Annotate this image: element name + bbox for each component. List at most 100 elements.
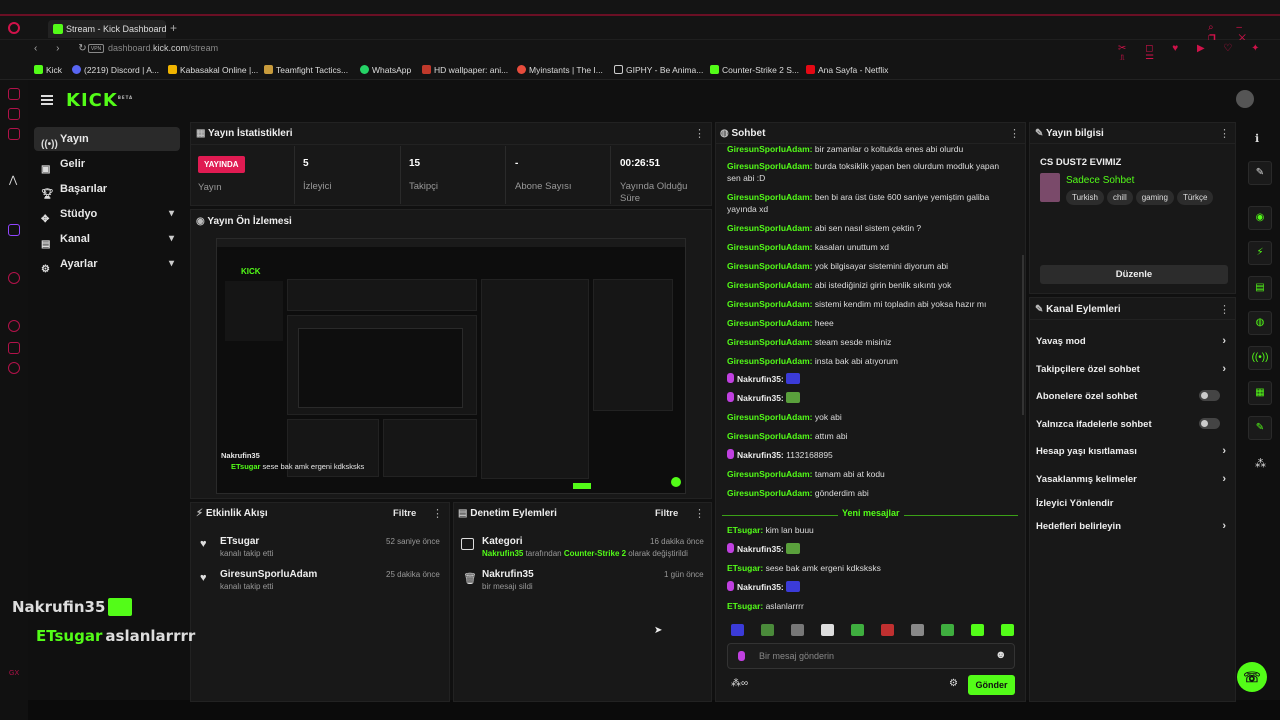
bookmark-item[interactable]: Teamfight Tactics...	[264, 65, 348, 75]
sidebar-item-basarilar[interactable]: 🏆︎ Başarılar	[34, 177, 180, 201]
menu-icon[interactable]	[41, 95, 53, 105]
sidebar-item-studyo[interactable]: ✥ Stüdyo ▾	[34, 202, 180, 226]
chat-username[interactable]: GiresunSporluAdam:	[727, 280, 815, 290]
channel-action-item[interactable]: Yalnızca ifadelerle sohbet	[1036, 418, 1230, 430]
stream-preview-video[interactable]: KICK Nakrufin35 ETsugar sese bak amk erge…	[216, 238, 686, 494]
nav-buttons[interactable]: ‹ › ↻	[34, 43, 95, 54]
chat-username[interactable]: GiresunSporluAdam:	[727, 431, 815, 441]
tag[interactable]: chill	[1106, 190, 1133, 205]
tag[interactable]: Türkçe	[1176, 190, 1214, 205]
emote-button[interactable]	[761, 624, 774, 636]
chat-input[interactable]: Bir mesaj gönderin ☻	[727, 643, 1015, 669]
emote-button[interactable]	[731, 624, 744, 636]
tag[interactable]: gaming	[1135, 190, 1174, 205]
new-tab-button[interactable]: +	[170, 21, 177, 35]
moderation-menu-button[interactable]: ⋮	[694, 507, 705, 520]
avatar[interactable]	[1236, 90, 1254, 108]
bookmark-item[interactable]: Myinstants | The I...	[517, 65, 603, 75]
browser-tab-active[interactable]: Stream - Kick Dashboard	[48, 20, 166, 38]
emote-button[interactable]	[791, 624, 804, 636]
rail-wrench-icon[interactable]: ✎	[1248, 416, 1272, 440]
chat-username[interactable]: ETsugar:	[727, 563, 766, 573]
rail-preview-icon[interactable]: ◉	[1248, 206, 1272, 230]
tag[interactable]: Turkish	[1066, 190, 1104, 205]
bookmark-item[interactable]: Kabasakal Online |...	[168, 65, 258, 75]
chat-username[interactable]: ETsugar:	[727, 601, 766, 611]
chat-username[interactable]: Nakrufin35:	[737, 450, 786, 460]
sidebar-item-ayarlar[interactable]: ⚙ Ayarlar ▾	[34, 252, 180, 276]
chat-username[interactable]: Nakrufin35:	[737, 374, 786, 384]
chat-username[interactable]: GiresunSporluAdam:	[727, 469, 815, 479]
channel-action-item[interactable]: Yavaş mod ›	[1036, 335, 1230, 347]
chat-menu-button[interactable]: ⋮	[1009, 127, 1020, 140]
kick-logo[interactable]: KICKBETA	[66, 90, 133, 111]
chat-username[interactable]: GiresunSporluAdam:	[727, 261, 815, 271]
chat-scrollbar[interactable]	[1022, 255, 1024, 415]
sidebar-item-kanal[interactable]: ▤ Kanal ▾	[34, 227, 180, 251]
sidebar-messenger-icon[interactable]	[8, 108, 20, 120]
channel-action-item[interactable]: Yasaklanmış kelimeler ›	[1036, 473, 1230, 485]
emote-button[interactable]	[971, 624, 984, 636]
sidebar-twitch-icon[interactable]	[8, 224, 20, 236]
bookmark-item[interactable]: Kick	[34, 65, 62, 75]
stats-menu-button[interactable]: ⋮	[694, 127, 705, 140]
chat-username[interactable]: GiresunSporluAdam:	[727, 488, 815, 498]
sidebar-instagram-icon[interactable]	[8, 128, 20, 140]
sidebar-kick-icon[interactable]: ⋀	[9, 175, 17, 186]
rail-broadcast-icon[interactable]: ((•))	[1248, 346, 1272, 370]
sidebar-extensions-icon[interactable]	[8, 342, 20, 354]
bookmark-item[interactable]: WhatsApp	[360, 65, 411, 75]
rail-chat-icon[interactable]: ◍	[1248, 311, 1272, 335]
chat-username[interactable]: GiresunSporluAdam:	[727, 299, 815, 309]
emote-button[interactable]	[821, 624, 834, 636]
edit-button[interactable]: Düzenle	[1040, 265, 1228, 284]
rail-document-icon[interactable]: ▤	[1248, 276, 1272, 300]
channel-action-item[interactable]: Abonelere özel sohbet	[1036, 390, 1230, 402]
info-icon[interactable]: ℹ	[1255, 132, 1259, 145]
toggle-switch[interactable]	[1199, 418, 1220, 429]
chat-settings-gear-icon[interactable]: ⚙	[949, 678, 958, 689]
bookmark-item[interactable]: (2219) Discord | A...	[72, 65, 159, 75]
bookmark-item[interactable]: HD wallpaper: ani...	[422, 65, 508, 75]
opera-logo-icon[interactable]	[8, 22, 20, 34]
chat-username[interactable]: GiresunSporluAdam:	[727, 242, 815, 252]
sidebar-item-gelir[interactable]: ▣ Gelir	[34, 152, 180, 176]
sidebar-player-icon[interactable]	[8, 272, 20, 284]
chat-username[interactable]: GiresunSporluAdam:	[727, 223, 815, 233]
bookmark-item[interactable]: GIPHY - Be Anima...	[614, 65, 703, 75]
channel-action-item[interactable]: İzleyici Yönlendir	[1036, 498, 1230, 509]
send-button[interactable]: Gönder	[968, 675, 1015, 695]
sidebar-gx-icon[interactable]: GX	[9, 670, 19, 677]
help-chat-button[interactable]: ☏	[1237, 662, 1267, 692]
chat-username[interactable]: GiresunSporluAdam:	[727, 192, 815, 202]
moderation-filter-button[interactable]: Filtre	[655, 508, 678, 519]
emote-button[interactable]	[941, 624, 954, 636]
channel-actions-menu-button[interactable]: ⋮	[1219, 303, 1230, 316]
chat-username[interactable]: GiresunSporluAdam:	[727, 356, 815, 366]
chat-username[interactable]: GiresunSporluAdam:	[727, 337, 815, 347]
address-field[interactable]: dashboard.kick.com/stream	[108, 43, 218, 53]
sidebar-home-icon[interactable]	[8, 88, 20, 100]
chat-tools-icon[interactable]: ⁂∞	[731, 678, 748, 689]
bookmark-item[interactable]: Counter-Strike 2 S...	[710, 65, 799, 75]
channel-action-item[interactable]: Takipçilere özel sohbet ›	[1036, 363, 1230, 375]
activity-menu-button[interactable]: ⋮	[432, 507, 443, 520]
rail-edit-icon[interactable]: ✎	[1248, 161, 1272, 185]
rail-bolt-icon[interactable]: ⚡︎	[1248, 241, 1272, 265]
channel-action-item[interactable]: Hesap yaşı kısıtlaması ›	[1036, 445, 1230, 457]
vpn-badge-icon[interactable]: VPN	[88, 44, 104, 53]
emote-button[interactable]	[881, 624, 894, 636]
rail-more-icon[interactable]: ⁂	[1255, 457, 1266, 470]
chat-username[interactable]: Nakrufin35:	[737, 582, 786, 592]
sidebar-history-icon[interactable]	[8, 320, 20, 332]
toggle-switch[interactable]	[1199, 390, 1220, 401]
sidebar-item-yayin[interactable]: ((•)) Yayın	[34, 127, 180, 151]
channel-action-item[interactable]: Hedefleri belirleyin ›	[1036, 520, 1230, 532]
rail-stats-icon[interactable]: ▦	[1248, 381, 1272, 405]
emote-button[interactable]	[851, 624, 864, 636]
emote-button[interactable]	[911, 624, 924, 636]
bookmark-item[interactable]: Ana Sayfa - Netflix	[806, 65, 888, 75]
chat-username[interactable]: Nakrufin35:	[737, 544, 786, 554]
emote-button[interactable]	[1001, 624, 1014, 636]
activity-filter-button[interactable]: Filtre	[393, 508, 416, 519]
